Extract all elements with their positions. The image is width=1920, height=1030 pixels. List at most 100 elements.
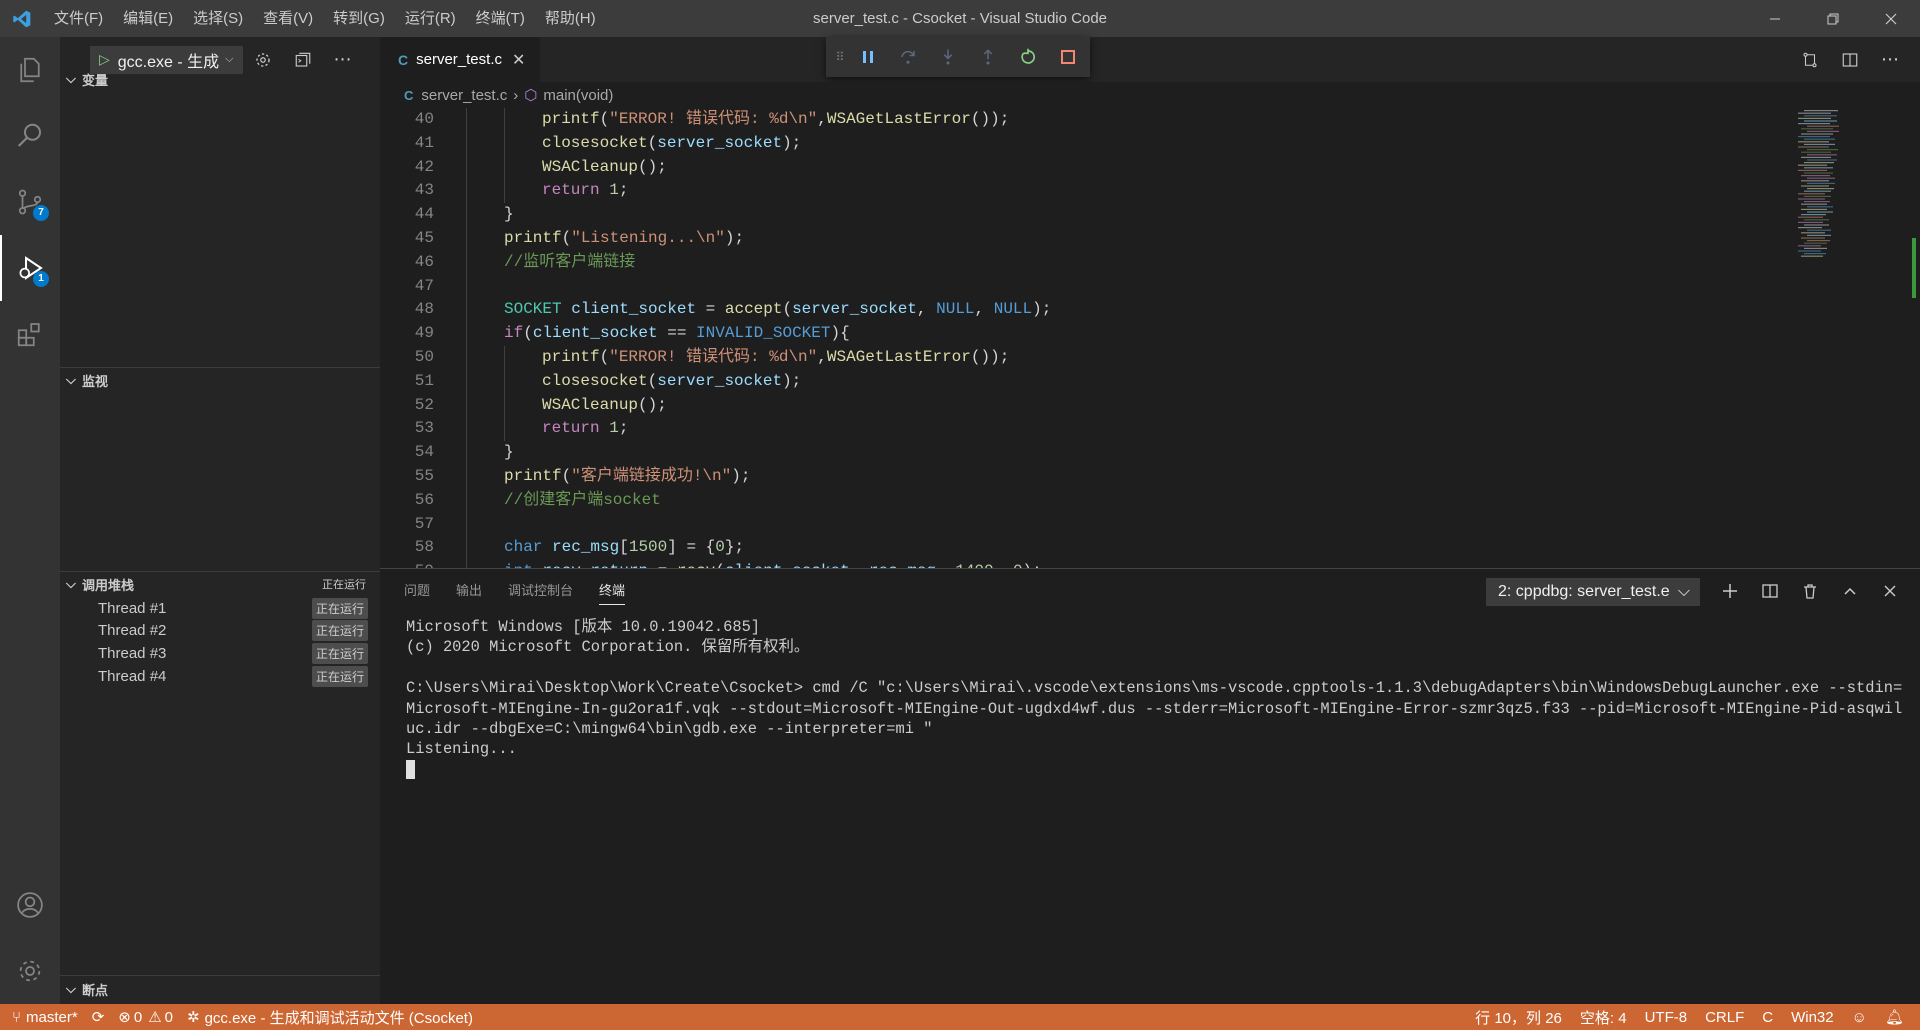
git-branch-item[interactable]: ⑂ master* xyxy=(12,1004,78,1030)
notifications-bell-icon[interactable]: 🔔︎ xyxy=(1885,1004,1904,1030)
code-token: server_socket xyxy=(792,300,917,319)
menu-item[interactable]: 查看(V) xyxy=(253,0,323,37)
source-control-icon[interactable]: 7 xyxy=(0,169,60,235)
line-number: 54 xyxy=(414,443,434,462)
code-text: SOCKET client_socket = accept(server_soc… xyxy=(504,298,1051,322)
search-icon[interactable] xyxy=(0,103,60,169)
stop-button[interactable] xyxy=(1048,39,1088,75)
open-changes-icon[interactable] xyxy=(1790,37,1830,82)
indent-guide xyxy=(466,441,467,466)
line-number: 57 xyxy=(414,514,434,533)
split-editor-icon[interactable] xyxy=(1830,37,1870,82)
terminal-selector[interactable]: 2: cppdbg: server_test.e ⌵ xyxy=(1486,578,1700,606)
minimize-button[interactable] xyxy=(1746,0,1804,37)
menu-item[interactable]: 帮助(H) xyxy=(535,0,606,37)
code-token: "客户端链接成功!\n" xyxy=(571,466,732,485)
code-text: closesocket(server_socket); xyxy=(542,132,801,156)
indent-guide xyxy=(466,417,467,442)
indentation[interactable]: 空格: 4 xyxy=(1580,1004,1627,1030)
indent-guide xyxy=(466,512,467,537)
panel-tab[interactable]: 问题 xyxy=(404,569,430,613)
menu-item[interactable]: 编辑(E) xyxy=(113,0,183,37)
panel-tab[interactable]: 调试控制台 xyxy=(508,569,573,613)
language-mode[interactable]: C xyxy=(1762,1004,1773,1030)
cursor-position[interactable]: 行 10，列 26 xyxy=(1475,1004,1562,1030)
minimap[interactable] xyxy=(1790,108,1910,568)
maximize-panel-chevron-up-icon[interactable] xyxy=(1830,569,1870,613)
watch-section-header[interactable]: ⌵ 监视 xyxy=(60,368,380,392)
panel-tab[interactable]: 终端 xyxy=(599,569,626,613)
code-token: , xyxy=(974,300,994,319)
step-over-button[interactable] xyxy=(888,39,928,75)
explorer-icon[interactable] xyxy=(0,37,60,103)
breakpoints-section-header[interactable]: ⌵ 断点 xyxy=(60,977,380,1001)
kill-terminal-trash-icon[interactable] xyxy=(1790,569,1830,613)
code-text: printf("客户端链接成功!\n"); xyxy=(504,465,750,489)
indent-guide xyxy=(466,393,467,418)
code-token: closesocket xyxy=(542,133,648,152)
thread-item[interactable]: Thread #4 正在运行 xyxy=(60,662,380,690)
close-window-button[interactable] xyxy=(1862,0,1920,37)
variables-section-header[interactable]: ⌵ 变量 xyxy=(60,67,380,91)
encoding[interactable]: UTF-8 xyxy=(1645,1004,1688,1030)
debug-config-item[interactable]: ✲ gcc.exe - 生成和调试活动文件 (Csocket) xyxy=(187,1004,473,1030)
close-panel-icon[interactable] xyxy=(1870,569,1910,613)
menu-item[interactable]: 转到(G) xyxy=(323,0,395,37)
platform-config[interactable]: Win32 xyxy=(1791,1004,1834,1030)
panel-tab[interactable]: 输出 xyxy=(456,569,482,613)
drag-handle-icon[interactable]: ⠿ xyxy=(832,50,848,64)
menu-item[interactable]: 运行(R) xyxy=(395,0,466,37)
scroll-indicator xyxy=(1912,238,1916,298)
chevron-down-icon: ⌵ xyxy=(66,71,76,86)
terminal-cursor-line xyxy=(406,760,1906,780)
status-left: ⑂ master* ⟳ ⊗ 0 ⚠ 0 ✲ gcc.exe - 生成和调试活动文… xyxy=(0,1004,487,1030)
debug-toolbar: ⠿ xyxy=(826,37,1090,77)
menu-item[interactable]: 选择(S) xyxy=(183,0,253,37)
feedback-icon[interactable]: ☺ xyxy=(1852,1004,1867,1030)
line-number: 50 xyxy=(414,347,434,366)
start-debug-icon[interactable]: ▷ xyxy=(99,51,110,68)
step-out-button[interactable] xyxy=(968,39,1008,75)
code-line: 57 xyxy=(380,512,467,537)
code-token: return xyxy=(542,181,600,200)
callstack-section-header[interactable]: ⌵ 调用堆栈 正在运行 xyxy=(60,572,380,596)
menu-item[interactable]: 文件(F) xyxy=(44,0,113,37)
git-branch-label: master* xyxy=(26,1008,78,1026)
code-editor[interactable]: 40 printf("ERROR! 错误代码: %d\n",WSAGetLastE… xyxy=(380,108,1920,568)
sync-icon[interactable]: ⟳ xyxy=(92,1004,105,1030)
breadcrumb-symbol[interactable]: main(void) xyxy=(543,87,613,104)
code-token: = xyxy=(696,300,725,319)
more-actions-icon[interactable]: ⋯ xyxy=(1870,37,1910,82)
run-debug-icon[interactable]: 1 xyxy=(0,235,60,301)
code-text: } xyxy=(504,441,514,465)
thread-state-badge: 正在运行 xyxy=(311,642,368,664)
problems-item[interactable]: ⊗ 0 ⚠ 0 xyxy=(118,1004,173,1030)
line-number: 59 xyxy=(380,560,434,568)
code-token: "ERROR! 错误代码: %d\n" xyxy=(609,347,818,366)
breadcrumb-file[interactable]: server_test.c xyxy=(421,87,507,104)
new-terminal-plus-icon[interactable] xyxy=(1710,569,1750,613)
extensions-icon[interactable] xyxy=(0,301,60,367)
terminal-output[interactable]: Microsoft Windows [版本 10.0.19042.685] (c)… xyxy=(406,617,1906,780)
code-token: } xyxy=(504,205,514,224)
step-into-button[interactable] xyxy=(928,39,968,75)
split-terminal-icon[interactable] xyxy=(1750,569,1790,613)
end-of-line[interactable]: CRLF xyxy=(1705,1004,1744,1030)
menu-item[interactable]: 终端(T) xyxy=(466,0,535,37)
restore-button[interactable] xyxy=(1804,0,1862,37)
line-number: 47 xyxy=(414,276,434,295)
settings-gear-icon[interactable] xyxy=(0,938,60,1004)
indent-guide xyxy=(466,464,467,489)
indent-guide xyxy=(466,298,467,323)
code-text: int recv_return = recv(client_socket, re… xyxy=(504,560,1042,568)
pause-button[interactable] xyxy=(848,39,888,75)
code-line: 56 //创建客户端socket xyxy=(380,488,661,513)
tab-server-test-c[interactable]: C server_test.c ✕ xyxy=(380,37,540,82)
activity-bar-bottom xyxy=(0,872,60,1004)
accounts-icon[interactable] xyxy=(0,872,60,938)
indent-guide xyxy=(466,369,467,394)
code-token: ( xyxy=(647,371,658,390)
restart-button[interactable] xyxy=(1008,39,1048,75)
close-tab-icon[interactable]: ✕ xyxy=(512,50,525,70)
editor-scrollbar[interactable] xyxy=(1902,108,1916,568)
